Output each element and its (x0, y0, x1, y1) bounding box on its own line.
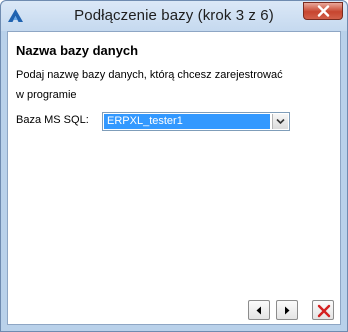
arrow-right-icon (285, 306, 290, 315)
arrow-left-icon (256, 306, 261, 315)
database-field-label: Baza MS SQL: (16, 114, 89, 126)
dialog-content: Nazwa bazy danych Podaj nazwę bazy danyc… (7, 31, 341, 325)
description-text: Podaj nazwę bazy danych, którą chcesz za… (16, 69, 283, 81)
dialog-window: Podłączenie bazy (krok 3 z 6) Nazwa bazy… (0, 0, 348, 332)
page-heading: Nazwa bazy danych (16, 43, 139, 58)
window-close-button[interactable] (303, 2, 343, 20)
database-select-dropdown-button[interactable] (272, 114, 288, 129)
description-text-continued: w programie (16, 89, 77, 101)
close-icon (317, 5, 330, 17)
window-title: Podłączenie bazy (krok 3 z 6) (74, 7, 274, 24)
next-step-button[interactable] (276, 300, 298, 320)
database-select[interactable]: ERPXL_tester1 (102, 112, 290, 131)
cancel-button[interactable] (312, 300, 334, 320)
cancel-x-icon (317, 304, 331, 318)
title-bar[interactable]: Podłączenie bazy (krok 3 z 6) (1, 1, 347, 31)
previous-step-button[interactable] (248, 300, 270, 320)
chevron-down-icon (276, 118, 285, 125)
database-select-value[interactable]: ERPXL_tester1 (104, 114, 270, 129)
